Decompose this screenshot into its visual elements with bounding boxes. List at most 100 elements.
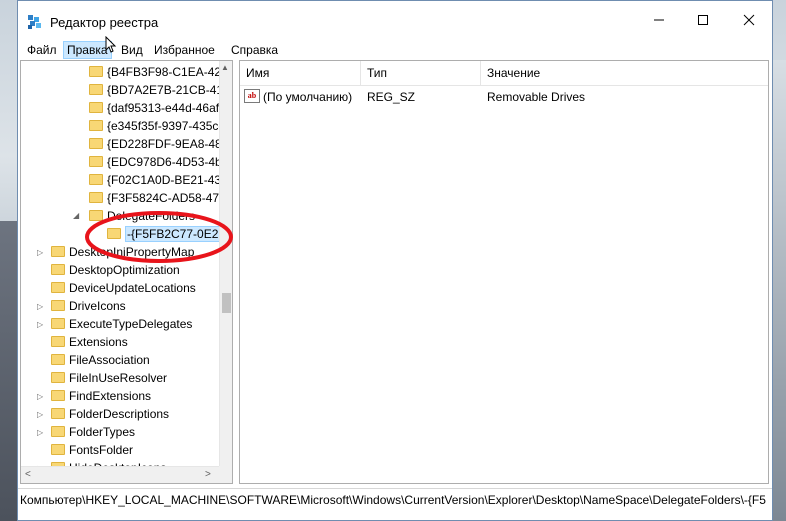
expand-arrow-icon[interactable]: ▷ (37, 392, 43, 401)
tree-item-label: FileAssociation (69, 353, 150, 367)
expand-arrow-icon[interactable]: ▷ (37, 248, 43, 257)
folder-icon (51, 426, 65, 437)
tree-item[interactable]: {F02C1A0D-BE21-435 (89, 171, 228, 189)
folder-icon (51, 390, 65, 401)
tree-item-label: {F3F5824C-AD58-472 (107, 191, 226, 205)
tree-item-label: DesktopIniPropertyMap (69, 245, 195, 259)
tree-item-label: FileInUseResolver (69, 371, 168, 385)
tree-item[interactable]: {ED228FDF-9EA8-487 (89, 135, 228, 153)
tree-item[interactable]: FolderTypes (51, 423, 135, 441)
expand-arrow-icon[interactable]: ▷ (37, 410, 43, 419)
tree-item[interactable]: ExecuteTypeDelegates (51, 315, 192, 333)
tree-item-label: {F02C1A0D-BE21-435 (107, 173, 228, 187)
folder-icon (51, 354, 65, 365)
tree-item[interactable]: DriveIcons (51, 297, 126, 315)
tree-item-label: DesktopOptimization (69, 263, 180, 277)
folder-icon (89, 120, 103, 131)
tree-item-label: DriveIcons (69, 299, 126, 313)
folder-icon (89, 66, 103, 77)
folder-icon (89, 138, 103, 149)
scroll-up-arrow-icon[interactable]: ▲ (221, 63, 229, 72)
tree-item[interactable]: {daf95313-e44d-46af (89, 99, 219, 117)
tree-item[interactable]: FileInUseResolver (51, 369, 167, 387)
menu-help[interactable]: Справка (228, 42, 281, 58)
folder-icon (51, 264, 65, 275)
tree-item-label: DeviceUpdateLocations (69, 281, 196, 295)
folder-icon (51, 408, 65, 419)
column-header-type[interactable]: Тип (361, 61, 481, 85)
scroll-left-arrow-icon[interactable]: < (25, 469, 31, 480)
maximize-button[interactable] (680, 1, 726, 39)
registry-editor-icon (28, 15, 41, 29)
tree-item[interactable]: DeviceUpdateLocations (51, 279, 196, 297)
folder-icon (51, 282, 65, 293)
folder-icon (89, 156, 103, 167)
tree-item-label: {daf95313-e44d-46af (107, 101, 220, 115)
folder-icon (51, 246, 65, 257)
scroll-right-arrow-icon[interactable]: > (205, 469, 211, 480)
folder-icon (51, 318, 65, 329)
title-bar[interactable]: Редактор реестра (18, 1, 772, 39)
tree-item-label: -{F5FB2C77-0E2F (125, 226, 228, 242)
column-header-name[interactable]: Имя (240, 61, 361, 85)
tree-vertical-scrollbar[interactable]: ▲ (219, 61, 232, 466)
close-button[interactable] (726, 1, 772, 39)
tree-item[interactable]: FileAssociation (51, 351, 150, 369)
tree-item[interactable]: FindExtensions (51, 387, 151, 405)
tree-item-label: {BD7A2E7B-21CB-41 (107, 83, 224, 97)
value-data: Removable Drives (487, 90, 586, 104)
tree-item[interactable]: DesktopOptimization (51, 261, 180, 279)
folder-icon (51, 300, 65, 311)
close-icon (743, 14, 755, 26)
folder-icon (107, 228, 121, 239)
tree-item-selected[interactable]: -{F5FB2C77-0E2F (107, 225, 228, 243)
tree-item[interactable]: {EDC978D6-4D53-4b (89, 153, 222, 171)
tree-item[interactable]: FontsFolder (51, 441, 133, 459)
values-list[interactable]: Имя Тип Значение ab (По умолчанию) REG_S… (239, 60, 769, 484)
menu-favorites[interactable]: Избранное (151, 42, 218, 58)
folder-icon (51, 444, 65, 455)
menu-bar: Файл Правка Вид Избранное Справка (18, 39, 772, 59)
tree-item-label: FontsFolder (69, 443, 134, 457)
tree-item[interactable]: Extensions (51, 333, 128, 351)
window-title: Редактор реестра (50, 15, 159, 30)
menu-view[interactable]: Вид (118, 42, 146, 58)
folder-icon (89, 192, 103, 203)
tree-item[interactable]: {F3F5824C-AD58-472 (89, 189, 226, 207)
collapse-arrow-icon[interactable]: ◢ (73, 211, 79, 220)
folder-icon (51, 336, 65, 347)
menu-file[interactable]: Файл (24, 42, 60, 58)
expand-arrow-icon[interactable]: ▷ (37, 302, 43, 311)
tree-item-label: FolderTypes (69, 425, 136, 439)
folder-icon (89, 210, 103, 221)
scroll-corner (219, 466, 232, 483)
minimize-button[interactable] (636, 1, 682, 39)
scrollbar-thumb[interactable] (222, 293, 231, 313)
tree-item-label: DelegateFolders (107, 209, 196, 223)
folder-icon (89, 174, 103, 185)
tree-item-delegatefolders[interactable]: DelegateFolders (89, 207, 195, 225)
column-header-value[interactable]: Значение (481, 61, 768, 85)
value-type: REG_SZ (367, 90, 416, 104)
tree-item[interactable]: {e345f35f-9397-435c- (89, 117, 222, 135)
folder-icon (89, 84, 103, 95)
tree-item[interactable]: {B4FB3F98-C1EA-428 (89, 63, 228, 81)
expand-arrow-icon[interactable]: ▷ (37, 320, 43, 329)
registry-tree[interactable]: {B4FB3F98-C1EA-428 {BD7A2E7B-21CB-41 {da… (20, 60, 233, 484)
string-value-icon: ab (244, 89, 260, 103)
tree-item[interactable]: FolderDescriptions (51, 405, 169, 423)
tree-item-label: {ED228FDF-9EA8-487 (107, 137, 229, 151)
minimize-icon (654, 19, 664, 21)
tree-item[interactable]: DesktopIniPropertyMap (51, 243, 194, 261)
tree-horizontal-scrollbar[interactable]: < > (21, 466, 219, 483)
tree-item-label: Extensions (69, 335, 128, 349)
folder-icon (51, 372, 65, 383)
tree-item[interactable]: {BD7A2E7B-21CB-41 (89, 81, 223, 99)
expand-arrow-icon[interactable]: ▷ (37, 428, 43, 437)
maximize-icon (698, 15, 708, 25)
tree-item-label: FindExtensions (69, 389, 152, 403)
tree-item-label: FolderDescriptions (69, 407, 170, 421)
mouse-cursor-icon (105, 36, 117, 53)
tree-item-label: ExecuteTypeDelegates (69, 317, 193, 331)
value-name[interactable]: (По умолчанию) (263, 88, 352, 106)
